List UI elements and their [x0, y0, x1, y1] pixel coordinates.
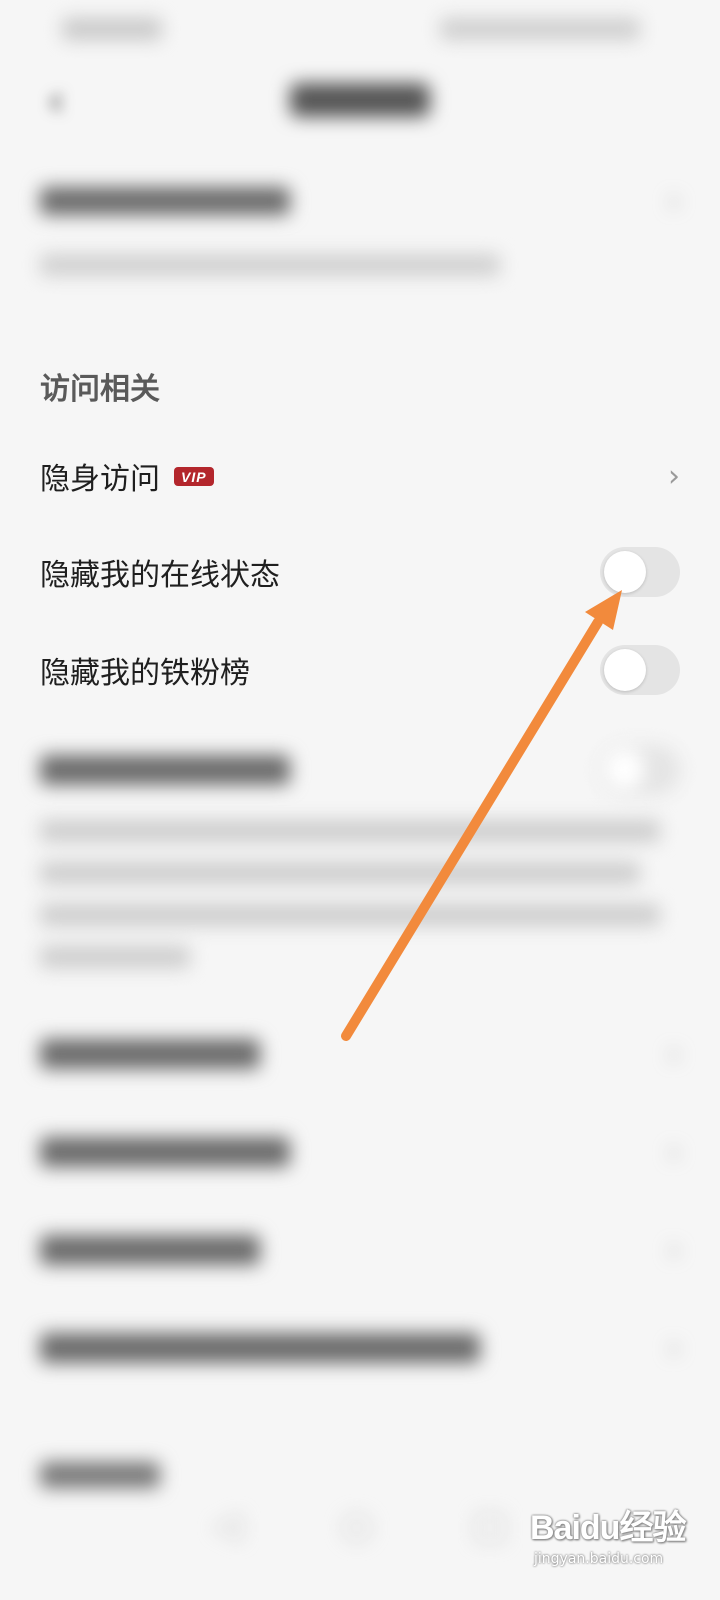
chevron-right-icon: ›	[668, 458, 680, 494]
blurred-toggle-row	[0, 740, 720, 800]
chevron-right-icon: ›	[668, 183, 680, 219]
chevron-right-icon: ›	[668, 1232, 680, 1268]
chevron-right-icon: ›	[668, 1036, 680, 1072]
nav-bar: ‹	[0, 60, 720, 140]
watermark-logo: Baidu经验	[530, 1509, 686, 1547]
toggle-knob	[604, 649, 646, 691]
hide-online-status-toggle[interactable]	[600, 547, 680, 597]
blurred-toggle[interactable]	[600, 745, 680, 795]
watermark-url: jingyan.baidu.com	[534, 1551, 664, 1567]
blurred-item-label-placeholder	[40, 1137, 290, 1167]
chevron-left-icon: ‹	[47, 75, 65, 125]
chevron-right-icon: ›	[668, 1330, 680, 1366]
hide-account-label	[40, 187, 290, 215]
hide-account-description	[40, 254, 500, 276]
hide-account-row[interactable]: ›	[0, 176, 720, 226]
blurred-item-label-placeholder	[40, 1039, 260, 1069]
footer-section-header	[40, 1462, 160, 1488]
blurred-toggle-label	[40, 755, 290, 785]
blurred-item-label-placeholder	[40, 1235, 260, 1265]
toggle-knob	[604, 551, 646, 593]
blurred-item-label-placeholder	[40, 1333, 480, 1363]
status-icons-placeholder	[440, 18, 640, 40]
blurred-list-item-2[interactable]: ›	[0, 1122, 720, 1182]
nav-home-icon[interactable]: ○	[341, 1505, 372, 1546]
status-time-placeholder	[62, 18, 162, 40]
back-button[interactable]: ‹	[34, 75, 78, 125]
hide-account-label-placeholder	[40, 187, 290, 215]
hide-online-status-label: 隐藏我的在线状态	[40, 558, 280, 593]
vip-badge: VIP	[174, 466, 214, 486]
blurred-list-item-3[interactable]: ›	[0, 1220, 720, 1280]
invisible-visit-label-wrap: 隐身访问 VIP	[40, 454, 214, 498]
section-header-visit: 访问相关	[40, 372, 160, 407]
privacy-settings-screen: ‹ › 访问相关 隐身访问 VIP › 隐藏我的在线状态 隐藏我的铁粉榜 › ›…	[0, 0, 720, 1600]
blurred-list-item-1[interactable]: ›	[0, 1024, 720, 1084]
hide-fans-list-toggle[interactable]	[600, 645, 680, 695]
page-title-placeholder	[290, 83, 430, 117]
hide-online-status-row: 隐藏我的在线状态	[0, 542, 720, 602]
page-title	[290, 83, 430, 117]
hide-fans-list-label: 隐藏我的铁粉榜	[40, 656, 250, 691]
chevron-right-icon: ›	[668, 1134, 680, 1170]
nav-back-icon[interactable]: ◁	[213, 1505, 241, 1546]
baidu-watermark: Baidu经验 jingyan.baidu.com	[530, 1500, 700, 1580]
toggle-knob	[604, 749, 646, 791]
hide-fans-list-row: 隐藏我的铁粉榜	[0, 640, 720, 700]
blurred-toggle-label-placeholder	[40, 755, 290, 785]
nav-recents-icon[interactable]: □	[473, 1505, 507, 1546]
blurred-toggle-description	[40, 820, 680, 968]
invisible-visit-label: 隐身访问	[40, 462, 160, 497]
invisible-visit-row[interactable]: 隐身访问 VIP ›	[0, 446, 720, 506]
blurred-list-item-4[interactable]: ›	[0, 1318, 720, 1378]
status-bar	[0, 0, 720, 60]
